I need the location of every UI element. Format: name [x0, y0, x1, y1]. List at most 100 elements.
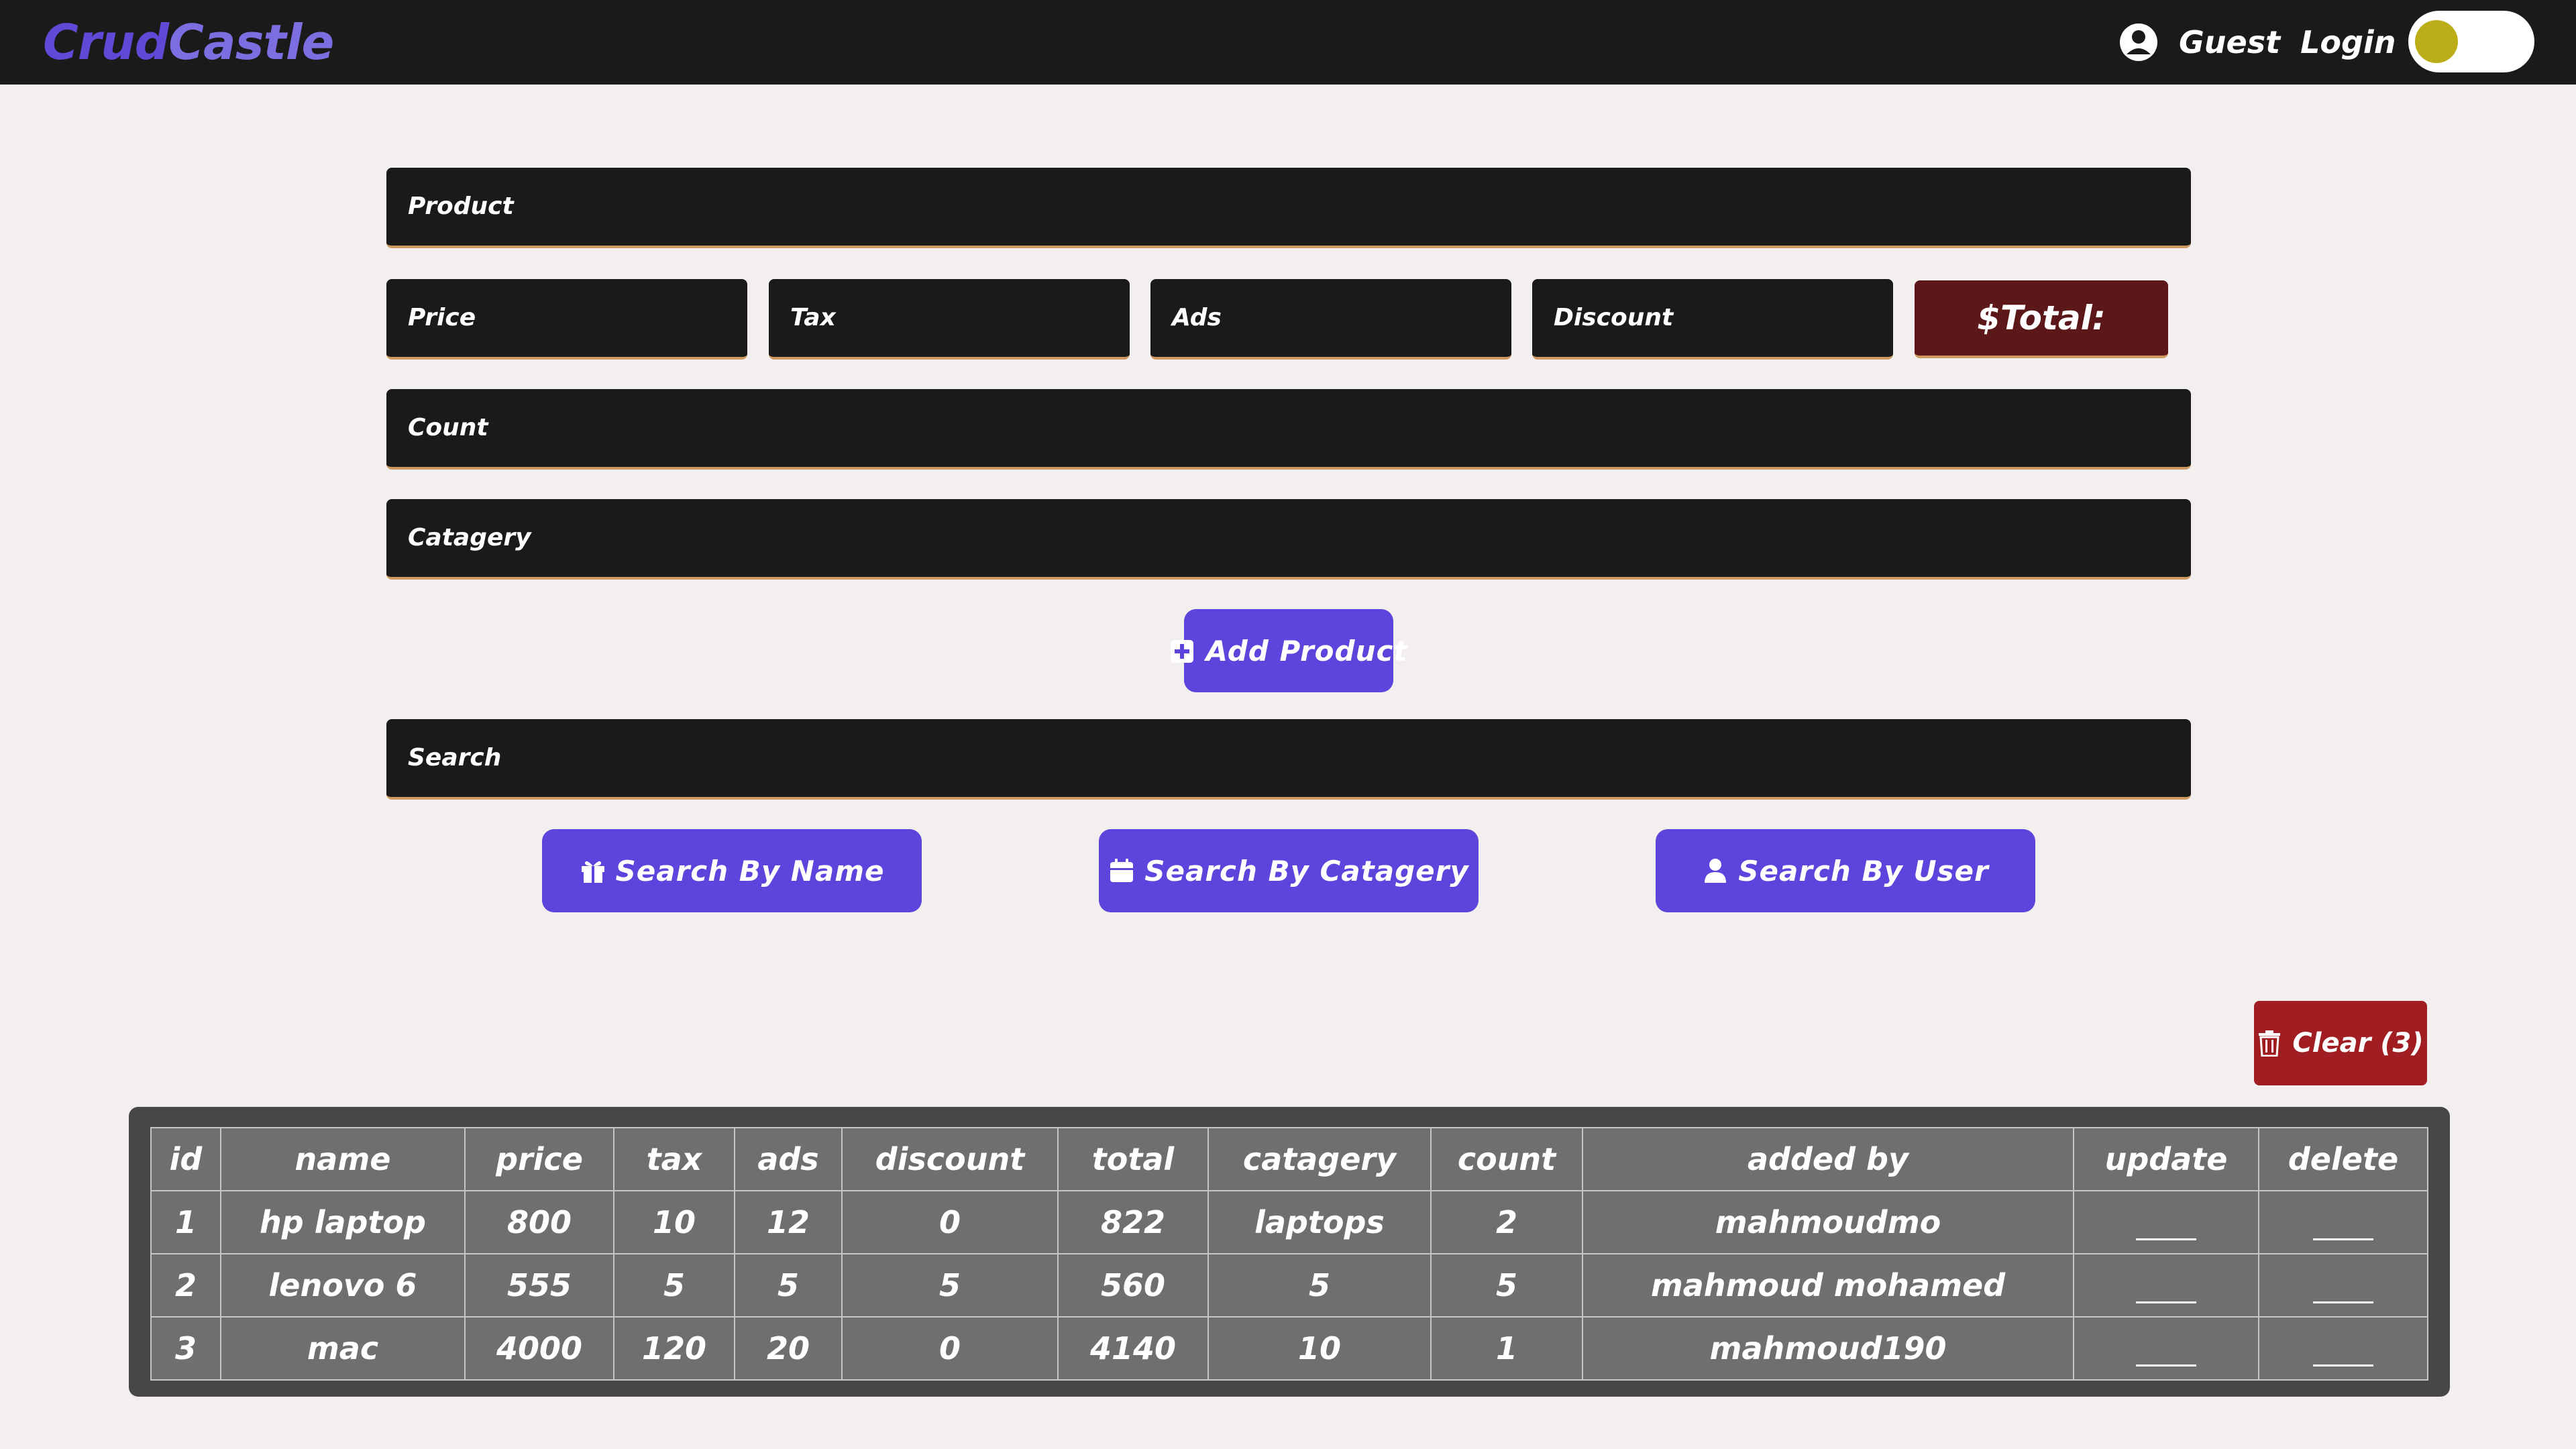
cell-added-by: mahmoud190: [1582, 1316, 2074, 1381]
header-count: count: [1430, 1127, 1583, 1191]
plus-square-icon: [1170, 637, 1197, 664]
cell-discount: 0: [841, 1190, 1059, 1254]
header-id: id: [150, 1127, 221, 1191]
cell-price: 555: [464, 1253, 614, 1318]
cell-id: 3: [150, 1316, 221, 1381]
header-category: catagery: [1208, 1127, 1432, 1191]
app-logo[interactable]: CrudCastle: [43, 12, 334, 72]
cell-count: 1: [1430, 1316, 1583, 1381]
cell-count: 5: [1430, 1253, 1583, 1318]
update-button[interactable]: [2136, 1301, 2196, 1303]
theme-toggle-knob: [2415, 20, 2458, 63]
cell-update: [2073, 1190, 2259, 1254]
header-added-by: added by: [1582, 1127, 2074, 1191]
cell-delete: [2258, 1316, 2428, 1381]
search-by-name-label: Search By Name: [615, 854, 885, 888]
discount-placeholder: Discount: [1554, 304, 1674, 331]
update-button[interactable]: [2136, 1364, 2196, 1366]
table-row: 1 hp laptop 800 10 12 0 822 laptops 2 ma…: [150, 1190, 2428, 1254]
table-row: 2 lenovo 6 555 5 5 5 560 5 5 mahmoud moh…: [150, 1253, 2428, 1318]
user-circle-icon: [2118, 22, 2159, 62]
ads-input[interactable]: Ads: [1150, 279, 1511, 360]
cell-update: [2073, 1316, 2259, 1381]
header-ads: ads: [734, 1127, 843, 1191]
products-table: id name price tax ads discount total cat…: [150, 1127, 2428, 1381]
price-placeholder: Price: [408, 304, 476, 331]
cell-ads: 5: [734, 1253, 843, 1318]
cell-price: 4000: [464, 1316, 614, 1381]
cell-delete: [2258, 1253, 2428, 1318]
delete-button[interactable]: [2313, 1301, 2373, 1303]
cell-total: 822: [1057, 1190, 1209, 1254]
add-product-button[interactable]: Add Product: [1170, 609, 1407, 692]
gift-icon: [580, 857, 606, 884]
cell-count: 2: [1430, 1190, 1583, 1254]
cell-tax: 10: [613, 1190, 735, 1254]
cell-price: 800: [464, 1190, 614, 1254]
header-tax: tax: [613, 1127, 735, 1191]
delete-button[interactable]: [2313, 1238, 2373, 1240]
count-input[interactable]: Count: [386, 389, 2191, 470]
header-delete: delete: [2258, 1127, 2428, 1191]
tax-placeholder: Tax: [790, 304, 836, 331]
cell-id: 1: [150, 1190, 221, 1254]
theme-toggle[interactable]: [2408, 11, 2534, 72]
search-by-category-label: Search By Catagery: [1144, 854, 1469, 888]
header-name: name: [220, 1127, 466, 1191]
price-input[interactable]: Price: [386, 279, 747, 360]
discount-input[interactable]: Discount: [1532, 279, 1893, 360]
cell-added-by: mahmoudmo: [1582, 1190, 2074, 1254]
login-link[interactable]: Login: [2300, 24, 2396, 60]
search-by-category-button[interactable]: Search By Catagery: [1099, 829, 1479, 912]
header-price: price: [464, 1127, 614, 1191]
table-header-row: id name price tax ads discount total cat…: [150, 1127, 2428, 1191]
user-name: Guest: [2179, 24, 2281, 60]
cell-delete: [2258, 1190, 2428, 1254]
trash-icon: [2257, 1030, 2284, 1057]
calendar-icon: [1108, 857, 1135, 884]
update-button[interactable]: [2136, 1238, 2196, 1240]
header-discount: discount: [841, 1127, 1059, 1191]
search-by-name-button[interactable]: Search By Name: [542, 829, 922, 912]
cell-tax: 5: [613, 1253, 735, 1318]
search-placeholder: Search: [408, 744, 502, 771]
logo-text-castle: Castle: [168, 14, 334, 70]
cell-category: laptops: [1208, 1190, 1432, 1254]
table-row: 3 mac 4000 120 20 0 4140 10 1 mahmoud190: [150, 1316, 2428, 1381]
product-input[interactable]: Product: [386, 168, 2191, 248]
cell-name: lenovo 6: [220, 1253, 466, 1318]
logo-text-crud: Crud: [43, 14, 169, 70]
user-icon: [1702, 857, 1729, 884]
category-placeholder: Catagery: [408, 524, 531, 551]
ads-placeholder: Ads: [1172, 304, 1222, 331]
cell-update: [2073, 1253, 2259, 1318]
cell-ads: 20: [734, 1316, 843, 1381]
cell-category: 10: [1208, 1316, 1432, 1381]
clear-all-label: Clear (3): [2292, 1028, 2424, 1059]
product-placeholder: Product: [408, 193, 514, 220]
search-input[interactable]: Search: [386, 719, 2191, 800]
search-by-user-label: Search By User: [1738, 854, 1989, 888]
search-by-user-button[interactable]: Search By User: [1656, 829, 2035, 912]
cell-name: hp laptop: [220, 1190, 466, 1254]
user-area: Guest Login: [2118, 19, 2396, 66]
clear-all-button[interactable]: Clear (3): [2254, 1001, 2427, 1085]
header-update: update: [2073, 1127, 2259, 1191]
count-placeholder: Count: [408, 414, 488, 441]
delete-button[interactable]: [2313, 1364, 2373, 1366]
total-display: $Total:: [1915, 280, 2168, 358]
top-navbar: CrudCastle Guest Login: [0, 0, 2576, 85]
cell-id: 2: [150, 1253, 221, 1318]
cell-total: 4140: [1057, 1316, 1209, 1381]
cell-tax: 120: [613, 1316, 735, 1381]
cell-discount: 0: [841, 1316, 1059, 1381]
cell-total: 560: [1057, 1253, 1209, 1318]
tax-input[interactable]: Tax: [769, 279, 1130, 360]
header-total: total: [1057, 1127, 1209, 1191]
category-input[interactable]: Catagery: [386, 499, 2191, 580]
cell-name: mac: [220, 1316, 466, 1381]
products-table-container: id name price tax ads discount total cat…: [129, 1107, 2450, 1397]
cell-discount: 5: [841, 1253, 1059, 1318]
cell-category: 5: [1208, 1253, 1432, 1318]
cell-ads: 12: [734, 1190, 843, 1254]
